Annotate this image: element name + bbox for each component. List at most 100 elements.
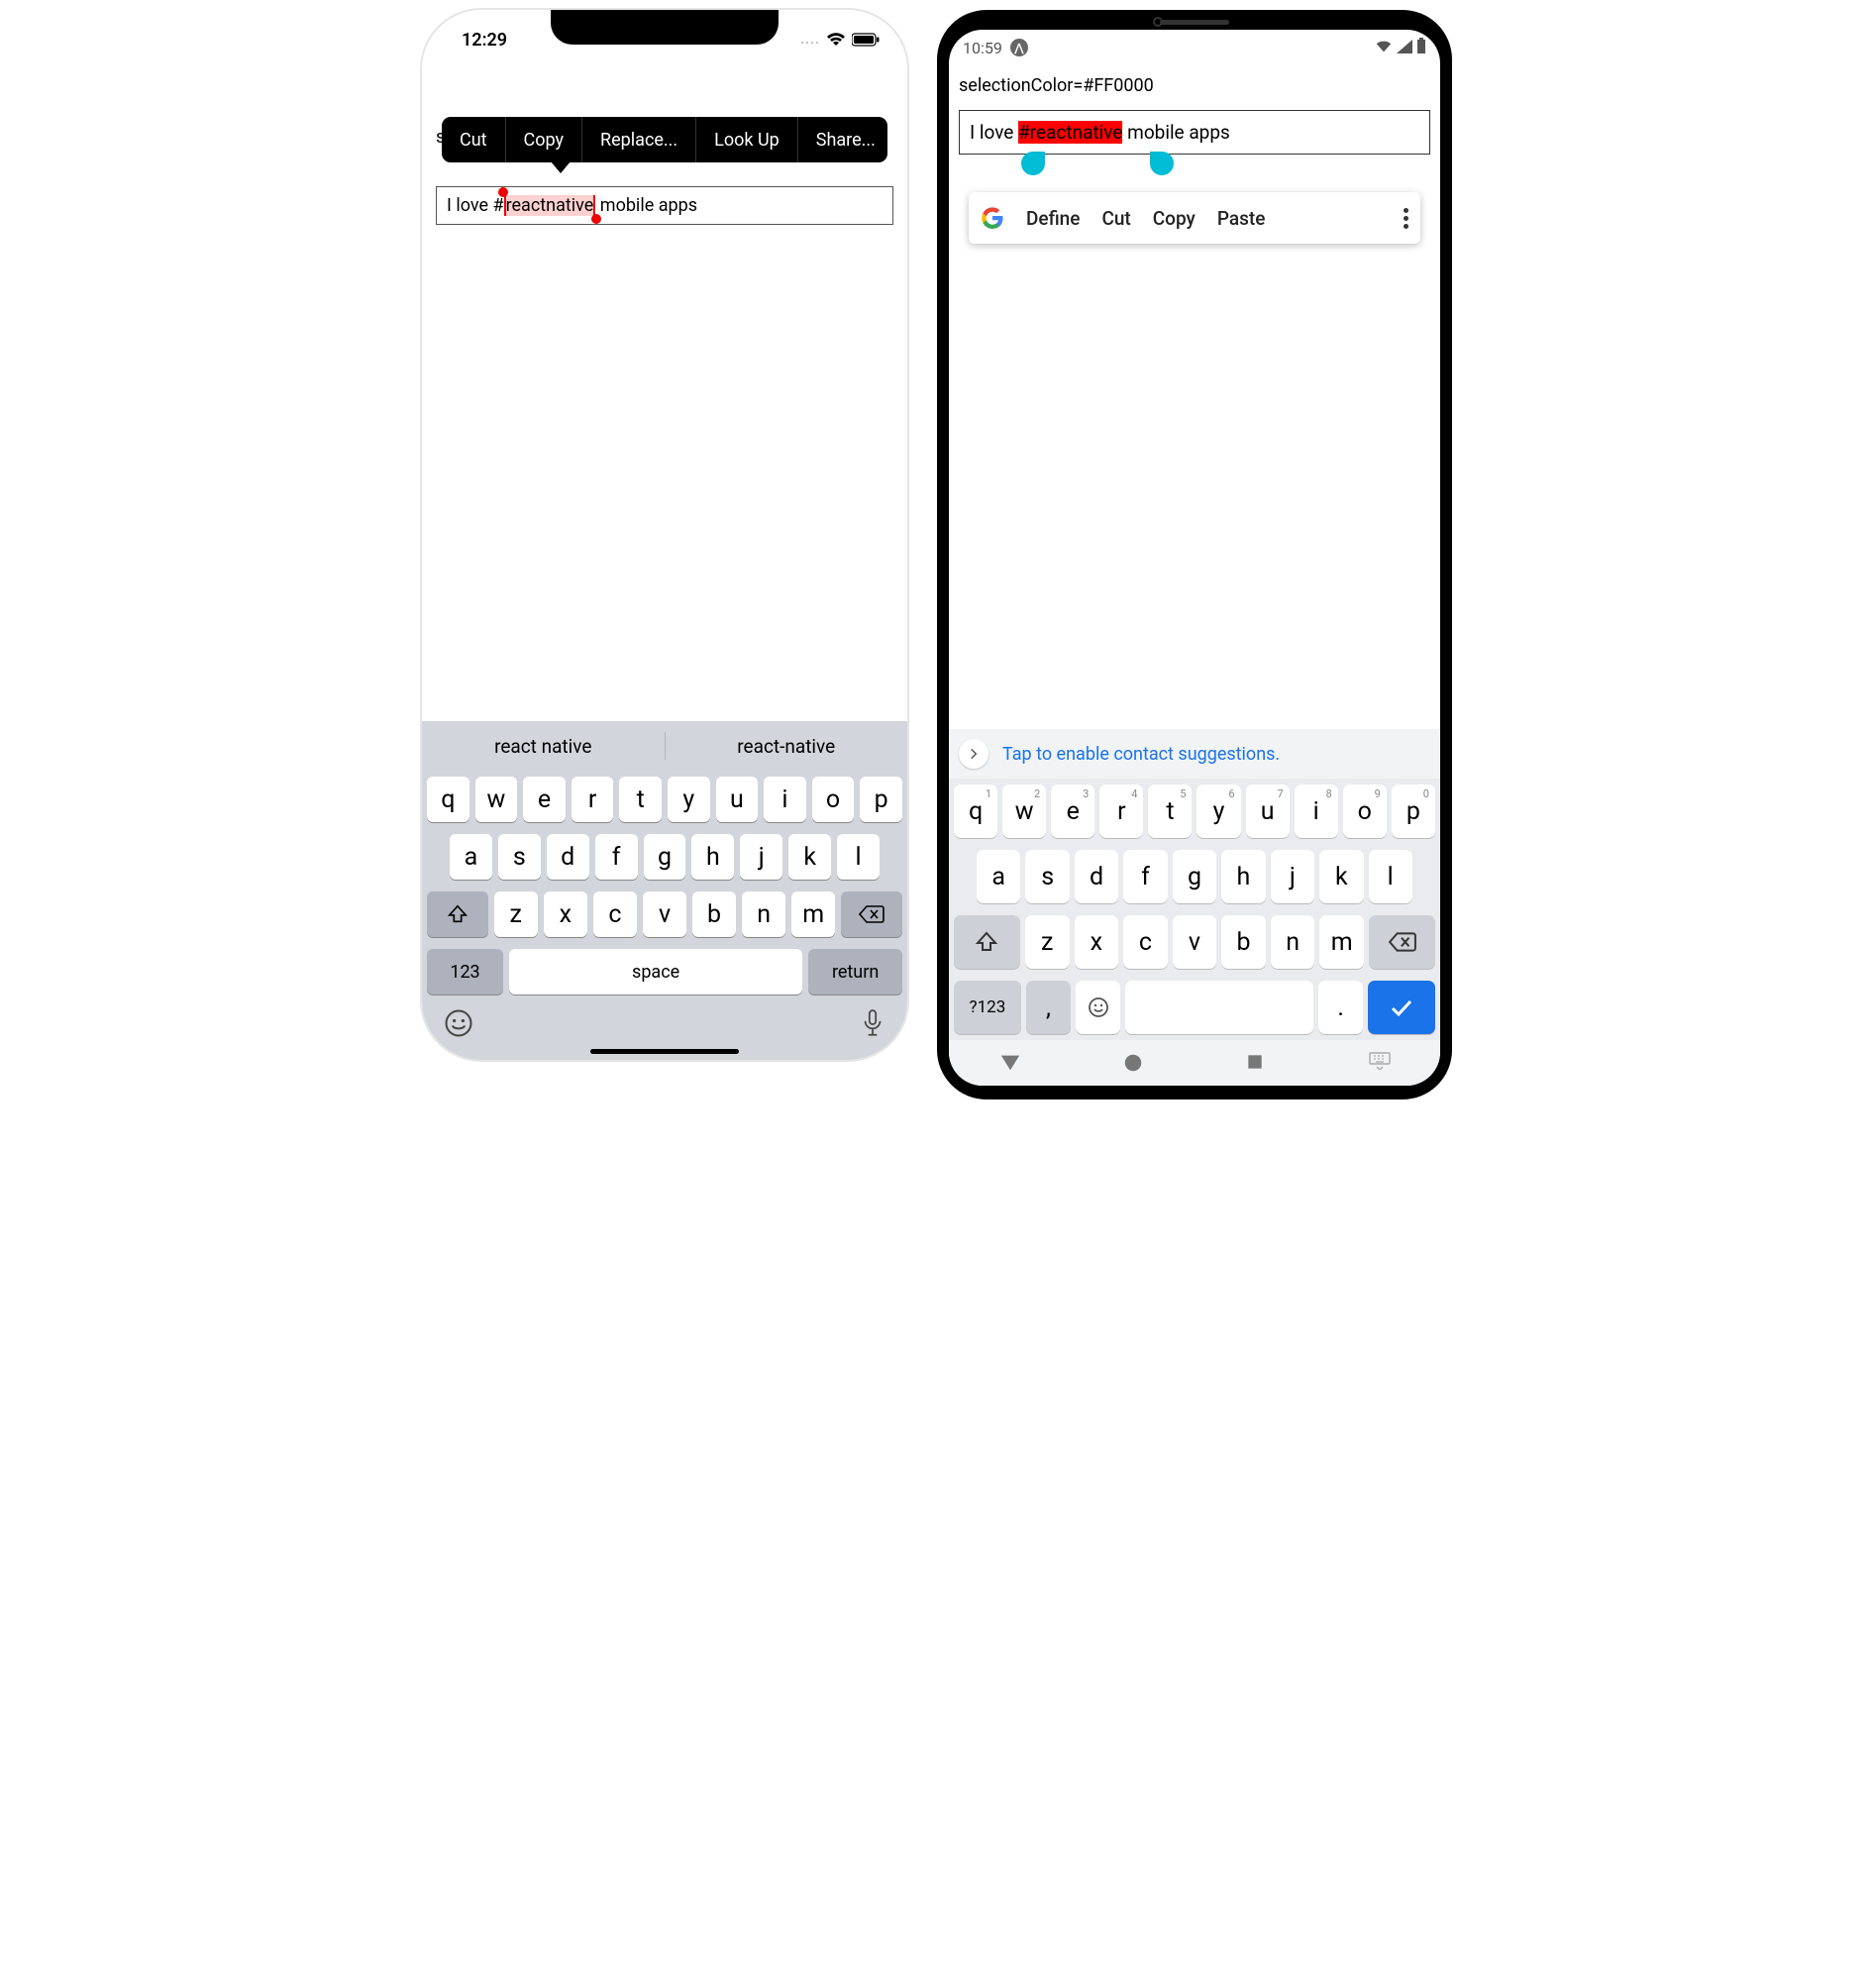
key-g[interactable]: g xyxy=(644,834,686,880)
key-symbols[interactable]: ?123 xyxy=(954,981,1021,1034)
key-shift[interactable] xyxy=(427,891,488,937)
menu-paste[interactable]: Paste xyxy=(1217,207,1266,230)
expand-suggestions-button[interactable] xyxy=(959,739,989,769)
key-g[interactable]: g xyxy=(1173,850,1216,903)
key-j[interactable]: j xyxy=(1271,850,1314,903)
key-m[interactable]: m xyxy=(1319,915,1364,969)
key-k[interactable]: k xyxy=(1319,850,1363,903)
key-period[interactable]: . xyxy=(1318,981,1363,1034)
key-d[interactable]: d xyxy=(547,834,589,880)
key-v[interactable]: v xyxy=(1173,915,1217,969)
key-backspace[interactable] xyxy=(1369,915,1435,969)
menu-share[interactable]: Share... xyxy=(798,117,893,162)
menu-cut[interactable]: Cut xyxy=(1101,207,1130,230)
key-k[interactable]: k xyxy=(788,834,831,880)
suggestion-1[interactable]: react-native xyxy=(666,735,908,758)
selection-handle-start[interactable] xyxy=(498,187,508,197)
key-p[interactable]: p0 xyxy=(1392,785,1435,838)
selected-text[interactable]: reactnative xyxy=(504,195,596,216)
key-n[interactable]: n xyxy=(1271,915,1315,969)
key-emoji[interactable] xyxy=(1076,981,1120,1034)
key-shift[interactable] xyxy=(954,915,1020,969)
nav-home[interactable] xyxy=(1122,1052,1144,1074)
key-v[interactable]: v xyxy=(643,891,686,937)
key-space[interactable]: space xyxy=(509,949,802,994)
key-a[interactable]: a xyxy=(977,850,1020,903)
key-enter[interactable] xyxy=(1368,981,1435,1034)
key-p[interactable]: p xyxy=(860,777,902,822)
menu-copy[interactable]: Copy xyxy=(506,117,583,162)
key-backspace[interactable] xyxy=(841,891,902,937)
menu-lookup[interactable]: Look Up xyxy=(696,117,798,162)
key-t[interactable]: t5 xyxy=(1148,785,1192,838)
signal-icon xyxy=(1397,39,1412,57)
key-o[interactable]: o xyxy=(812,777,855,822)
key-return[interactable]: return xyxy=(808,949,902,994)
android-context-menu: Define Cut Copy Paste xyxy=(969,192,1420,244)
key-e[interactable]: e xyxy=(523,777,566,822)
key-comma[interactable]: , xyxy=(1026,981,1071,1034)
key-h[interactable]: h xyxy=(691,834,734,880)
menu-more[interactable] xyxy=(1404,208,1408,229)
key-q[interactable]: q xyxy=(427,777,469,822)
backspace-icon xyxy=(859,904,885,924)
mic-key[interactable] xyxy=(860,1008,885,1042)
key-w[interactable]: w xyxy=(475,777,518,822)
selected-text[interactable]: #reactnative xyxy=(1018,121,1122,144)
key-u[interactable]: u xyxy=(716,777,759,822)
input-text-after: mobile apps xyxy=(1122,121,1229,144)
ios-keyboard: react native react-native q w e r t y u … xyxy=(422,721,907,1060)
key-x[interactable]: x xyxy=(544,891,587,937)
key-y[interactable]: y xyxy=(668,777,710,822)
key-t[interactable]: t xyxy=(619,777,662,822)
key-b[interactable]: b xyxy=(1221,915,1266,969)
key-h[interactable]: h xyxy=(1221,850,1265,903)
key-w[interactable]: w2 xyxy=(1002,785,1046,838)
menu-cut[interactable]: Cut xyxy=(442,117,506,162)
key-q[interactable]: q1 xyxy=(954,785,997,838)
nav-recent[interactable] xyxy=(1245,1052,1267,1074)
key-space[interactable] xyxy=(1125,981,1313,1034)
menu-copy[interactable]: Copy xyxy=(1153,207,1196,230)
android-text-input[interactable]: I love #reactnative mobile apps xyxy=(959,110,1430,155)
selection-handle-end[interactable] xyxy=(1150,152,1174,175)
nav-keyboard-hide[interactable] xyxy=(1368,1052,1390,1074)
key-y[interactable]: y6 xyxy=(1197,785,1240,838)
key-x[interactable]: x xyxy=(1075,915,1119,969)
android-speaker xyxy=(1160,20,1229,25)
key-m[interactable]: m xyxy=(791,891,835,937)
selection-handle-start[interactable] xyxy=(1021,152,1045,175)
suggestion-text[interactable]: Tap to enable contact suggestions. xyxy=(1002,744,1280,765)
selection-handle-end[interactable] xyxy=(591,214,601,224)
key-f[interactable]: f xyxy=(595,834,638,880)
ios-text-input[interactable]: I love #reactnative mobile apps xyxy=(436,186,893,225)
key-f[interactable]: f xyxy=(1123,850,1167,903)
key-a[interactable]: a xyxy=(450,834,492,880)
key-j[interactable]: j xyxy=(740,834,782,880)
key-r[interactable]: r xyxy=(572,777,614,822)
key-d[interactable]: d xyxy=(1075,850,1118,903)
suggestion-0[interactable]: react native xyxy=(422,735,665,758)
nav-back[interactable] xyxy=(999,1052,1021,1074)
key-i[interactable]: i8 xyxy=(1295,785,1338,838)
key-s[interactable]: s xyxy=(1025,850,1069,903)
key-o[interactable]: o9 xyxy=(1343,785,1387,838)
key-s[interactable]: s xyxy=(498,834,541,880)
key-c[interactable]: c xyxy=(1123,915,1168,969)
emoji-key[interactable] xyxy=(444,1008,473,1042)
key-numbers[interactable]: 123 xyxy=(427,949,503,994)
key-l[interactable]: l xyxy=(1369,850,1412,903)
key-z[interactable]: z xyxy=(494,891,538,937)
key-e[interactable]: e3 xyxy=(1051,785,1094,838)
key-r[interactable]: r4 xyxy=(1099,785,1143,838)
menu-define[interactable]: Define xyxy=(1026,207,1080,230)
key-z[interactable]: z xyxy=(1025,915,1070,969)
home-indicator[interactable] xyxy=(590,1049,739,1054)
key-c[interactable]: c xyxy=(593,891,637,937)
key-b[interactable]: b xyxy=(692,891,736,937)
key-i[interactable]: i xyxy=(764,777,806,822)
key-u[interactable]: u7 xyxy=(1246,785,1290,838)
key-n[interactable]: n xyxy=(742,891,785,937)
menu-replace[interactable]: Replace... xyxy=(582,117,696,162)
key-l[interactable]: l xyxy=(837,834,880,880)
